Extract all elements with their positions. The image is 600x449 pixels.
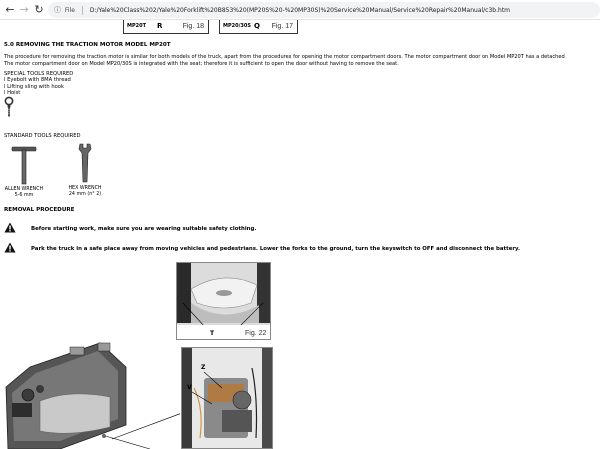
figure-caption: Fig. 17 [271,23,293,30]
list-item: l Eyebolt with 8MA thread [4,77,71,84]
hex-wrench-caption: HEX WRENCH 24 mm (n° 2) [56,186,114,198]
figure-18-box: MP20T R Fig. 18 [123,20,209,34]
url-text[interactable]: D:/Yale%20Class%202/Yale%20Forklift%20B8… [90,7,510,14]
figure-letter: Q [254,22,260,30]
tool-size: 5-6 mm [14,193,34,198]
figure-letter: R [157,22,163,30]
removal-heading: REMOVAL PROCEDURE [4,207,75,213]
photo-label: V [187,384,192,391]
motor-compartment-illustration [177,263,270,339]
warning-icon [4,222,16,233]
paragraph-line: The procedure for removing the traction … [4,54,565,60]
standard-tools-heading: STANDARD TOOLS REQUIRED [4,133,81,139]
figure-caption: Fig. 18 [182,23,204,30]
warning-text: Park the truck in a safe place away from… [31,246,521,252]
figure-code: MP20/30S [223,23,251,29]
figure-code: MP20T [127,23,147,29]
allen-wrench-icon [11,146,37,185]
reload-icon[interactable]: ↻ [31,2,47,18]
traction-motor-illustration [182,348,272,448]
warning-text: Before starting work, make sure you are … [31,226,257,232]
paragraph-line: The motor compartment door on Model MP20… [4,61,399,67]
eyebolt-icon [4,96,14,117]
forward-arrow-icon[interactable]: → [16,2,32,18]
figure-caption: Fig. 22 [245,330,267,337]
list-item: l Hoist [4,90,21,97]
info-icon[interactable]: ⓘ [54,2,61,18]
figure-23-photo: Z V [181,347,273,449]
figure-22-photo: T Fig. 22 [176,262,271,340]
tool-size: 24 mm (n° 2) [68,192,102,197]
photo-label: Z [201,364,206,371]
figure-17-box: MP20/30S Q Fig. 17 [219,20,298,34]
hex-wrench-icon [78,143,92,183]
section-title: 5.0 REMOVING THE TRACTION MOTOR MODEL MP… [4,42,171,48]
browser-toolbar: ← → ↻ ⓘ File D:/Yale%20Class%202/Yale%20… [0,0,600,20]
truck-illustration [5,342,180,449]
warning-icon [4,242,16,253]
address-bar[interactable]: ⓘ File D:/Yale%20Class%202/Yale%20Forkli… [48,2,600,18]
photo-label: T [210,330,215,337]
address-separator [81,6,83,15]
file-label: File [64,7,75,14]
section-paragraph: The procedure for removing the traction … [4,54,565,68]
allen-wrench-caption: ALLEN WRENCH 5-6 mm [0,187,48,199]
special-tools: SPECIAL TOOLS REQUIRED l Eyebolt with 8M… [4,71,73,97]
